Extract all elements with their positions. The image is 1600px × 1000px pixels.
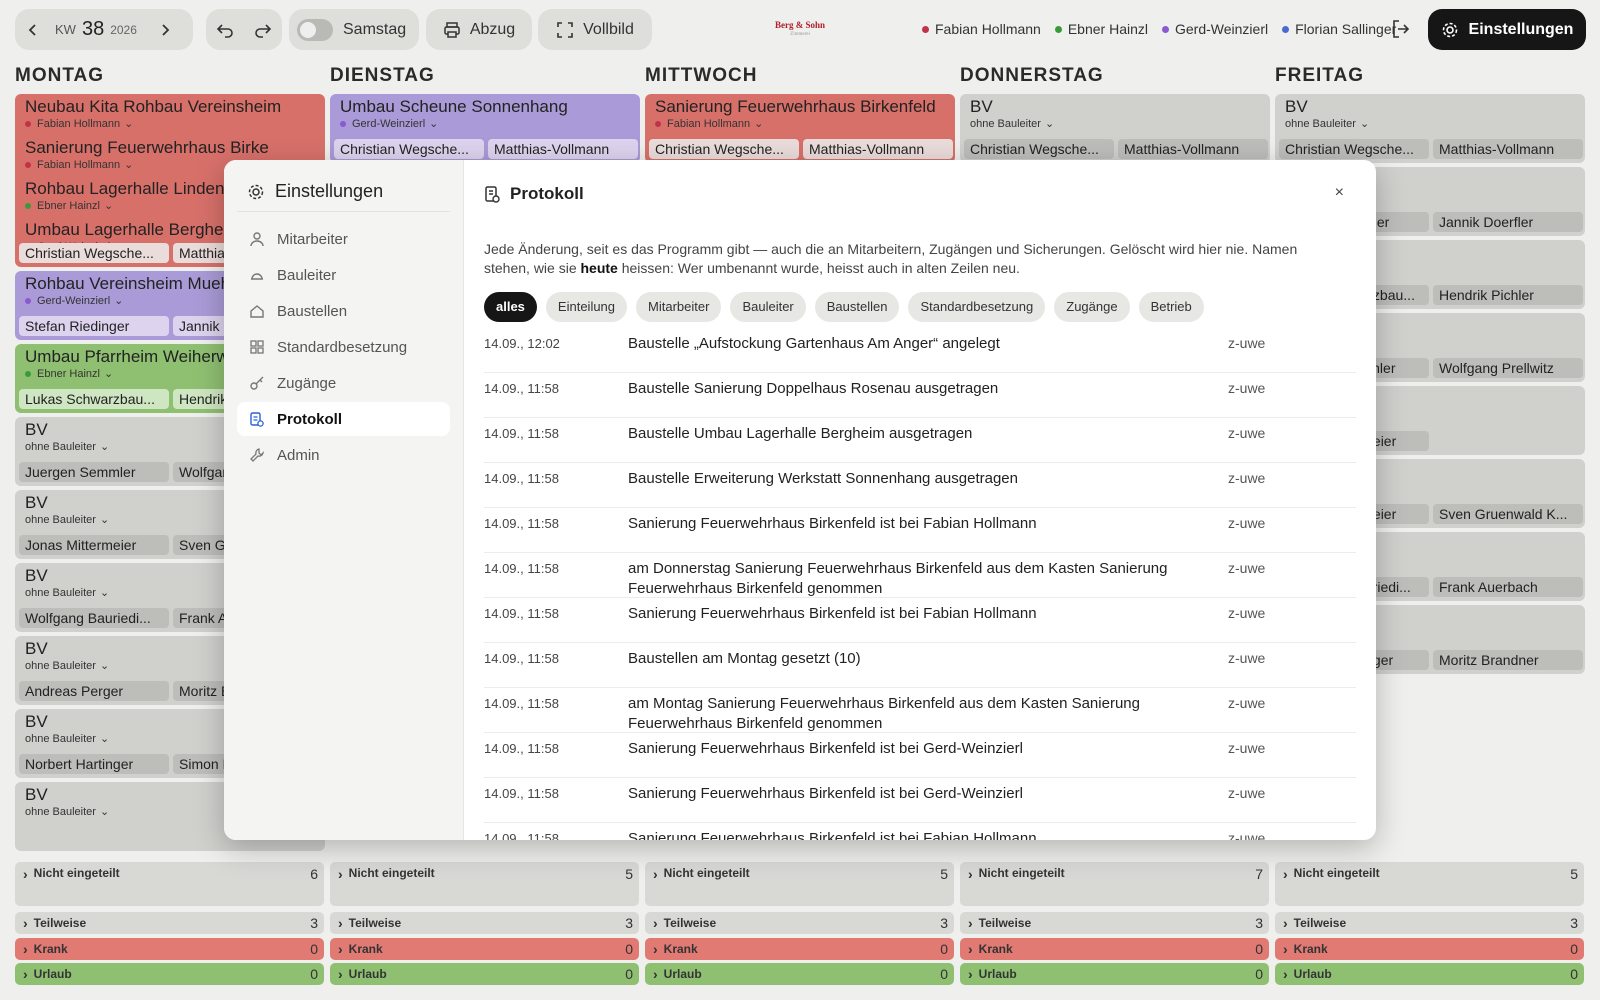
log-time: 14.09., 11:58 [484, 651, 559, 666]
log-time: 14.09., 12:02 [484, 336, 560, 351]
settings-nav: Mitarbeiter Bauleiter Baustellen Standardbe… [237, 222, 450, 472]
log-user: z-uwe [1228, 380, 1266, 396]
log-text: Sanierung Feuerwehrhaus Birkenfeld ist b… [628, 830, 1037, 840]
modal-overlay: Einstellungen Mitarbeiter Bauleiter Bauste… [0, 0, 1600, 1000]
panel-description: Jede Änderung, seit es das Programm gibt… [484, 240, 1344, 278]
log-row: 14.09., 11:58 Baustelle Umbau Lagerhalle … [484, 418, 1356, 463]
filter-chip[interactable]: Zugänge [1054, 292, 1130, 322]
filter-chip[interactable]: Bauleiter [730, 292, 806, 322]
log-row: 14.09., 11:58 Sanierung Feuerwehrhaus Bir… [484, 778, 1356, 823]
log-user: z-uwe [1228, 515, 1266, 531]
protokoll-panel: Protokoll × Jede Änderung, seit es das P… [464, 160, 1376, 840]
log-time: 14.09., 11:58 [484, 516, 559, 531]
filter-chip[interactable]: Baustellen [814, 292, 900, 322]
filter-chips: alles Einteilung Mitarbeiter Bauleiter Baust… [484, 292, 1356, 322]
filter-chip[interactable]: alles [484, 292, 537, 322]
nav-item-label: Mitarbeiter [277, 230, 348, 248]
log-user: z-uwe [1228, 605, 1266, 621]
log-row: 14.09., 11:58 Sanierung Feuerwehrhaus Bir… [484, 508, 1356, 553]
log-time: 14.09., 11:58 [484, 471, 559, 486]
log-user: z-uwe [1228, 785, 1266, 801]
settings-modal: Einstellungen Mitarbeiter Bauleiter Bauste… [224, 160, 1376, 840]
nav-item-label: Zugänge [277, 374, 337, 392]
log-time: 14.09., 11:58 [484, 786, 559, 801]
nav-item-bauleiter[interactable]: Bauleiter [237, 258, 450, 292]
log-time: 14.09., 11:58 [484, 426, 559, 441]
log-user: z-uwe [1228, 740, 1266, 756]
log-text: Baustelle Erweiterung Werkstatt Sonnenha… [628, 470, 1018, 487]
helmet-icon [251, 273, 263, 280]
house-icon [250, 305, 264, 318]
log-text: Baustelle Sanierung Doppelhaus Rosenau a… [628, 380, 999, 397]
settings-sidebar-header: Einstellungen [237, 172, 450, 212]
nav-item-baustellen[interactable]: Baustellen [237, 294, 450, 328]
log-user: z-uwe [1228, 425, 1266, 441]
log-row: 14.09., 11:58 am Montag Sanierung Feuerwe… [484, 688, 1356, 733]
log-user: z-uwe [1228, 830, 1266, 840]
grid-icon [250, 340, 264, 354]
nav-item-mitarbeiter[interactable]: Mitarbeiter [237, 222, 450, 256]
log-row: 14.09., 12:02 Baustelle „Aufstockung Gart… [484, 328, 1356, 373]
log-text: Sanierung Feuerwehrhaus Birkenfeld ist b… [628, 515, 1037, 532]
description-emphasis: heute [580, 260, 618, 276]
log-text: Baustelle Umbau Lagerhalle Bergheim ausg… [628, 425, 973, 442]
log-text: Sanierung Feuerwehrhaus Birkenfeld ist b… [628, 605, 1037, 622]
log-row: 14.09., 11:58 am Donnerstag Sanierung Feu… [484, 553, 1356, 598]
nav-item-label: Admin [277, 446, 320, 464]
gear-icon [248, 184, 264, 199]
person-icon [250, 232, 264, 247]
nav-item-label: Standardbesetzung [277, 338, 408, 356]
log-text: Baustelle „Aufstockung Gartenhaus Am Ang… [628, 335, 1000, 352]
log-row: 14.09., 11:58 Sanierung Feuerwehrhaus Bir… [484, 598, 1356, 643]
log-row: 14.09., 11:58 Sanierung Feuerwehrhaus Bir… [484, 733, 1356, 778]
close-button[interactable]: × [1335, 184, 1344, 202]
filter-chip[interactable]: Standardbesetzung [908, 292, 1046, 322]
log-user: z-uwe [1228, 470, 1266, 486]
log-time: 14.09., 11:58 [484, 381, 559, 396]
log-time: 14.09., 11:58 [484, 561, 559, 576]
log-user: z-uwe [1228, 560, 1266, 576]
panel-header: Protokoll [484, 180, 1356, 208]
log-text: Sanierung Feuerwehrhaus Birkenfeld ist b… [628, 740, 1023, 757]
log-user: z-uwe [1228, 335, 1266, 351]
log-row: 14.09., 11:58 Baustelle Sanierung Doppelh… [484, 373, 1356, 418]
nav-item-label: Protokoll [277, 410, 343, 428]
settings-title: Einstellungen [275, 181, 384, 201]
log-user: z-uwe [1228, 695, 1266, 711]
nav-item-standardbesetzung[interactable]: Standardbesetzung [237, 330, 450, 364]
filter-chip[interactable]: Einteilung [545, 292, 628, 322]
log-text: Baustellen am Montag gesetzt (10) [628, 650, 861, 667]
log-time: 14.09., 11:58 [484, 831, 559, 840]
log-icon [485, 186, 500, 203]
close-icon: × [1334, 184, 1344, 201]
log-row: 14.09., 11:58 Baustelle Erweiterung Werks… [484, 463, 1356, 508]
log-text: Sanierung Feuerwehrhaus Birkenfeld ist b… [628, 785, 1023, 802]
log-time: 14.09., 11:58 [484, 741, 559, 756]
nav-item-zug-nge[interactable]: Zugänge [237, 366, 450, 400]
log-list[interactable]: 14.09., 12:02 Baustelle „Aufstockung Gart… [484, 328, 1356, 840]
nav-item-label: Bauleiter [277, 266, 337, 284]
log-text: am Donnerstag Sanierung Feuerwehrhaus Bi… [628, 560, 1168, 597]
log-user: z-uwe [1228, 650, 1266, 666]
description-text-end: heissen: Wer umbenannt wurde, heisst auc… [617, 260, 1020, 276]
log-row: 14.09., 11:58 Baustellen am Montag gesetz… [484, 643, 1356, 688]
log-text: am Montag Sanierung Feuerwehrhaus Birken… [628, 695, 1140, 732]
log-row: 14.09., 11:58 Sanierung Feuerwehrhaus Bir… [484, 823, 1356, 840]
nav-item-protokoll[interactable]: Protokoll [237, 402, 450, 436]
key-icon [250, 376, 264, 390]
nav-item-label: Baustellen [277, 302, 348, 320]
log-icon [250, 412, 264, 427]
filter-chip[interactable]: Betrieb [1138, 292, 1204, 322]
settings-sidebar: Einstellungen Mitarbeiter Bauleiter Bauste… [224, 160, 464, 840]
panel-title: Protokoll [510, 184, 584, 203]
nav-item-admin[interactable]: Admin [237, 438, 450, 472]
wrench-icon [250, 448, 265, 462]
filter-chip[interactable]: Mitarbeiter [636, 292, 722, 322]
log-time: 14.09., 11:58 [484, 606, 559, 621]
log-time: 14.09., 11:58 [484, 696, 559, 711]
